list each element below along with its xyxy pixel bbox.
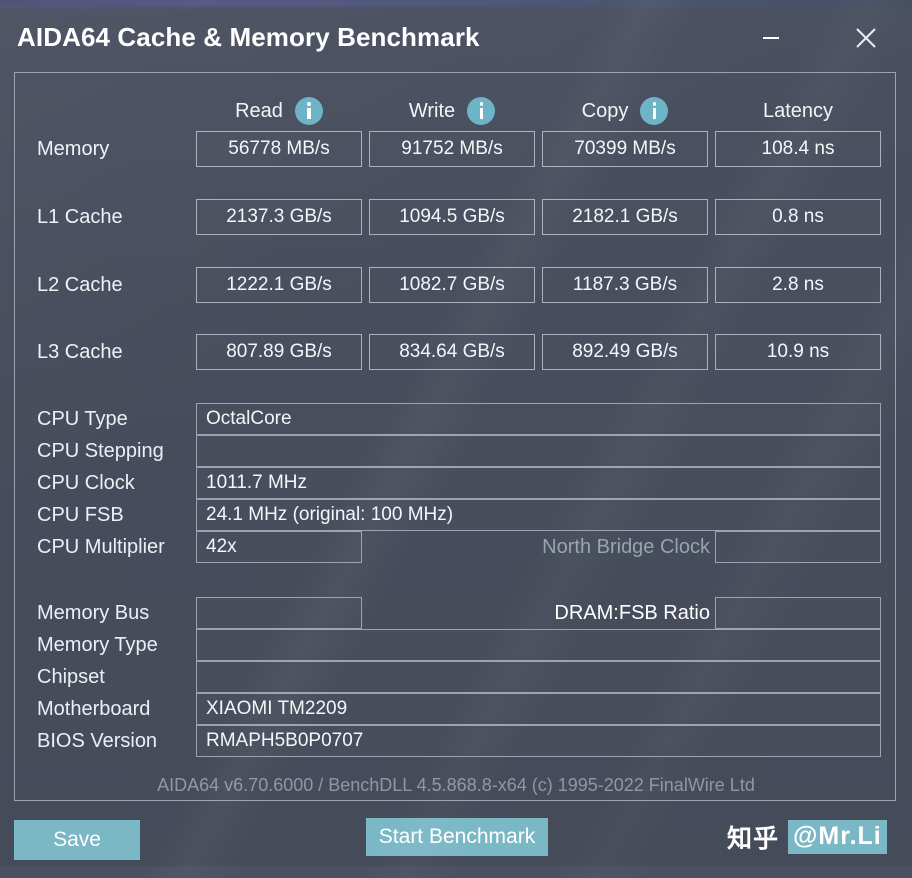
memory-info-row-memory-type: Memory Type xyxy=(15,629,897,661)
cpu-multiplier-value: 42x xyxy=(196,531,362,563)
benchmark-row-l3-cache-label: L3 Cache xyxy=(37,340,123,363)
cpu-type-label: CPU Type xyxy=(37,407,128,430)
north-bridge-clock-label: North Bridge Clock xyxy=(542,535,710,558)
memory-bus-label: Memory Bus xyxy=(37,601,150,624)
memory-info-row-motherboard: Motherboard XIAOMI TM2209 xyxy=(15,693,897,725)
main-panel: Read Write Copy Latency Memory 56778 MB/… xyxy=(14,72,896,800)
memory-type-value xyxy=(196,629,881,661)
memory-info-row-chipset: Chipset xyxy=(15,661,897,693)
l2-latency-value: 2.8 ns xyxy=(715,267,881,303)
info-icon-copy[interactable] xyxy=(640,97,669,125)
memory-latency-value: 108.4 ns xyxy=(715,131,881,167)
close-icon xyxy=(856,28,876,48)
l3-read-value: 807.89 GB/s xyxy=(196,334,362,370)
cpu-info-row-cpu-stepping: CPU Stepping xyxy=(15,435,897,467)
info-icon-read[interactable] xyxy=(294,97,323,125)
column-header-write-label: Write xyxy=(408,99,456,122)
memory-write-value: 91752 MB/s xyxy=(369,131,535,167)
benchmark-row-l3-cache: L3 Cache 807.89 GB/s 834.64 GB/s 892.49 … xyxy=(15,334,897,370)
cpu-stepping-label: CPU Stepping xyxy=(37,439,164,462)
cpu-stepping-value xyxy=(196,435,881,467)
memory-read-value: 56778 MB/s xyxy=(196,131,362,167)
cpu-multiplier-label: CPU Multiplier xyxy=(37,535,165,558)
start-benchmark-button[interactable]: Start Benchmark xyxy=(366,818,548,856)
cpu-fsb-label: CPU FSB xyxy=(37,503,124,526)
column-header-latency: Latency xyxy=(715,93,881,129)
column-header-copy-label: Copy xyxy=(581,99,629,122)
window-title: AIDA64 Cache & Memory Benchmark xyxy=(17,22,480,52)
dram-fsb-ratio-value xyxy=(715,597,881,629)
chipset-value xyxy=(196,661,881,693)
motherboard-value: XIAOMI TM2209 xyxy=(196,693,881,725)
memory-copy-value: 70399 MB/s xyxy=(542,131,708,167)
motherboard-label: Motherboard xyxy=(37,697,151,720)
minimize-icon xyxy=(763,37,779,39)
cpu-fsb-value: 24.1 MHz (original: 100 MHz) xyxy=(196,499,881,531)
l2-copy-value: 1187.3 GB/s xyxy=(542,267,708,303)
column-header-latency-label: Latency xyxy=(762,99,834,122)
l1-read-value: 2137.3 GB/s xyxy=(196,199,362,235)
cpu-clock-label: CPU Clock xyxy=(37,471,135,494)
column-header-write: Write xyxy=(369,93,535,129)
benchmark-row-l2-cache-label: L2 Cache xyxy=(37,273,123,296)
north-bridge-clock-value xyxy=(715,531,881,563)
l3-write-value: 834.64 GB/s xyxy=(369,334,535,370)
column-header-read-label: Read xyxy=(235,99,283,122)
cpu-clock-value: 1011.7 MHz xyxy=(196,467,881,499)
bios-version-value: RMAPH5B0P0707 xyxy=(196,725,881,757)
watermark: 知乎 @Mr.Li xyxy=(727,818,887,856)
cpu-info-row-cpu-type: CPU Type OctalCore xyxy=(15,403,897,435)
l1-write-value: 1094.5 GB/s xyxy=(369,199,535,235)
version-text: AIDA64 v6.70.6000 / BenchDLL 4.5.868.8-x… xyxy=(157,774,755,795)
benchmark-row-memory: Memory 56778 MB/s 91752 MB/s 70399 MB/s … xyxy=(15,131,897,167)
aida64-benchmark-window: AIDA64 Cache & Memory Benchmark Read Wri… xyxy=(0,0,912,878)
cpu-info-row-cpu-multiplier: CPU Multiplier 42x North Bridge Clock xyxy=(15,531,897,563)
memory-info-row-bios-version: BIOS Version RMAPH5B0P0707 xyxy=(15,725,897,757)
watermark-site: 知乎 xyxy=(727,825,780,853)
chipset-label: Chipset xyxy=(37,665,105,688)
cpu-info-row-cpu-fsb: CPU FSB 24.1 MHz (original: 100 MHz) xyxy=(15,499,897,531)
l1-latency-value: 0.8 ns xyxy=(715,199,881,235)
benchmark-row-l1-cache: L1 Cache 2137.3 GB/s 1094.5 GB/s 2182.1 … xyxy=(15,199,897,235)
benchmark-header-row: Read Write Copy Latency xyxy=(15,93,897,129)
watermark-handle: @Mr.Li xyxy=(788,820,887,854)
column-header-copy: Copy xyxy=(542,93,708,129)
save-button[interactable]: Save xyxy=(14,820,140,860)
dram-fsb-ratio-label: DRAM:FSB Ratio xyxy=(554,601,710,624)
memory-type-label: Memory Type xyxy=(37,633,158,656)
title-bar: AIDA64 Cache & Memory Benchmark xyxy=(0,6,912,64)
l1-copy-value: 2182.1 GB/s xyxy=(542,199,708,235)
footer-divider xyxy=(14,800,896,801)
window-bottom-edge xyxy=(0,866,912,878)
cpu-info-row-cpu-clock: CPU Clock 1011.7 MHz xyxy=(15,467,897,499)
benchmark-row-l1-cache-label: L1 Cache xyxy=(37,205,123,228)
l2-write-value: 1082.7 GB/s xyxy=(369,267,535,303)
column-header-read: Read xyxy=(196,93,362,129)
version-strip: AIDA64 v6.70.6000 / BenchDLL 4.5.868.8-x… xyxy=(15,767,897,802)
l2-read-value: 1222.1 GB/s xyxy=(196,267,362,303)
minimize-button[interactable] xyxy=(748,16,794,60)
l3-latency-value: 10.9 ns xyxy=(715,334,881,370)
l3-copy-value: 892.49 GB/s xyxy=(542,334,708,370)
benchmark-row-l2-cache: L2 Cache 1222.1 GB/s 1082.7 GB/s 1187.3 … xyxy=(15,267,897,303)
cpu-type-value: OctalCore xyxy=(196,403,881,435)
benchmark-row-memory-label: Memory xyxy=(37,137,110,160)
memory-info-row-memory-bus: Memory Bus DRAM:FSB Ratio xyxy=(15,597,897,629)
bios-version-label: BIOS Version xyxy=(37,729,158,752)
close-button[interactable] xyxy=(843,16,889,60)
info-icon-write[interactable] xyxy=(467,97,496,125)
memory-bus-value xyxy=(196,597,362,629)
